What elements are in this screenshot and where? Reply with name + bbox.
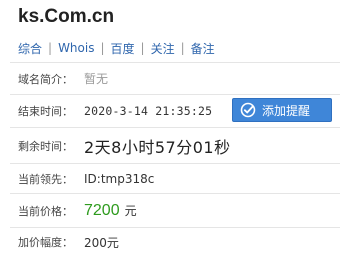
end-time-row: 结束时间： 2020-3-14 21:35:25 添加提醒 [10,94,340,128]
link-baidu[interactable]: 百度 [111,40,135,57]
intro-value: 暂无 [84,72,109,86]
current-leader-label: 当前领先： [18,172,73,186]
link-follow[interactable]: 关注 [151,40,175,57]
increment-value: 200元 [84,235,119,250]
domain-title: ks.Com.cn [18,6,115,27]
link-whois[interactable]: Whois [58,41,94,55]
check-circle-icon [240,102,256,118]
link-separator: | [100,41,105,55]
increment-row: 加价幅度： 200元 [10,228,340,256]
link-overview[interactable]: 综合 [18,40,42,57]
add-reminder-label: 添加提醒 [262,103,311,118]
link-separator: | [180,41,185,55]
add-reminder-button[interactable]: 添加提醒 [232,98,332,122]
end-time-label: 结束时间： [18,104,73,118]
link-note[interactable]: 备注 [191,40,215,57]
domain-auction-panel: ks.Com.cn 综合 | Whois | 百度 | 关注 | 备注 域名简介… [0,0,352,257]
intro-row: 域名简介： 暂无 [10,62,340,95]
current-price-label: 当前价格： [18,204,73,218]
current-price-row: 当前价格： 7200 元 [10,194,340,228]
current-leader-value: ID:tmp318c [84,171,155,186]
current-price-value: 7200 [84,201,120,219]
current-price-group: 7200 元 [84,202,137,220]
link-separator: | [140,41,145,55]
intro-label: 域名简介： [18,72,73,86]
link-separator: | [48,41,53,55]
current-leader-row: 当前领先： ID:tmp318c [10,164,340,194]
increment-label: 加价幅度： [18,236,73,249]
remaining-time-value: 2天8小时57分01秒 [84,137,231,157]
remaining-time-row: 剩余时间： 2天8小时57分01秒 [10,128,340,164]
domain-links: 综合 | Whois | 百度 | 关注 | 备注 [18,38,215,58]
remaining-time-label: 剩余时间： [18,139,73,153]
end-time-value: 2020-3-14 21:35:25 [84,103,213,118]
price-unit: 元 [124,203,137,218]
